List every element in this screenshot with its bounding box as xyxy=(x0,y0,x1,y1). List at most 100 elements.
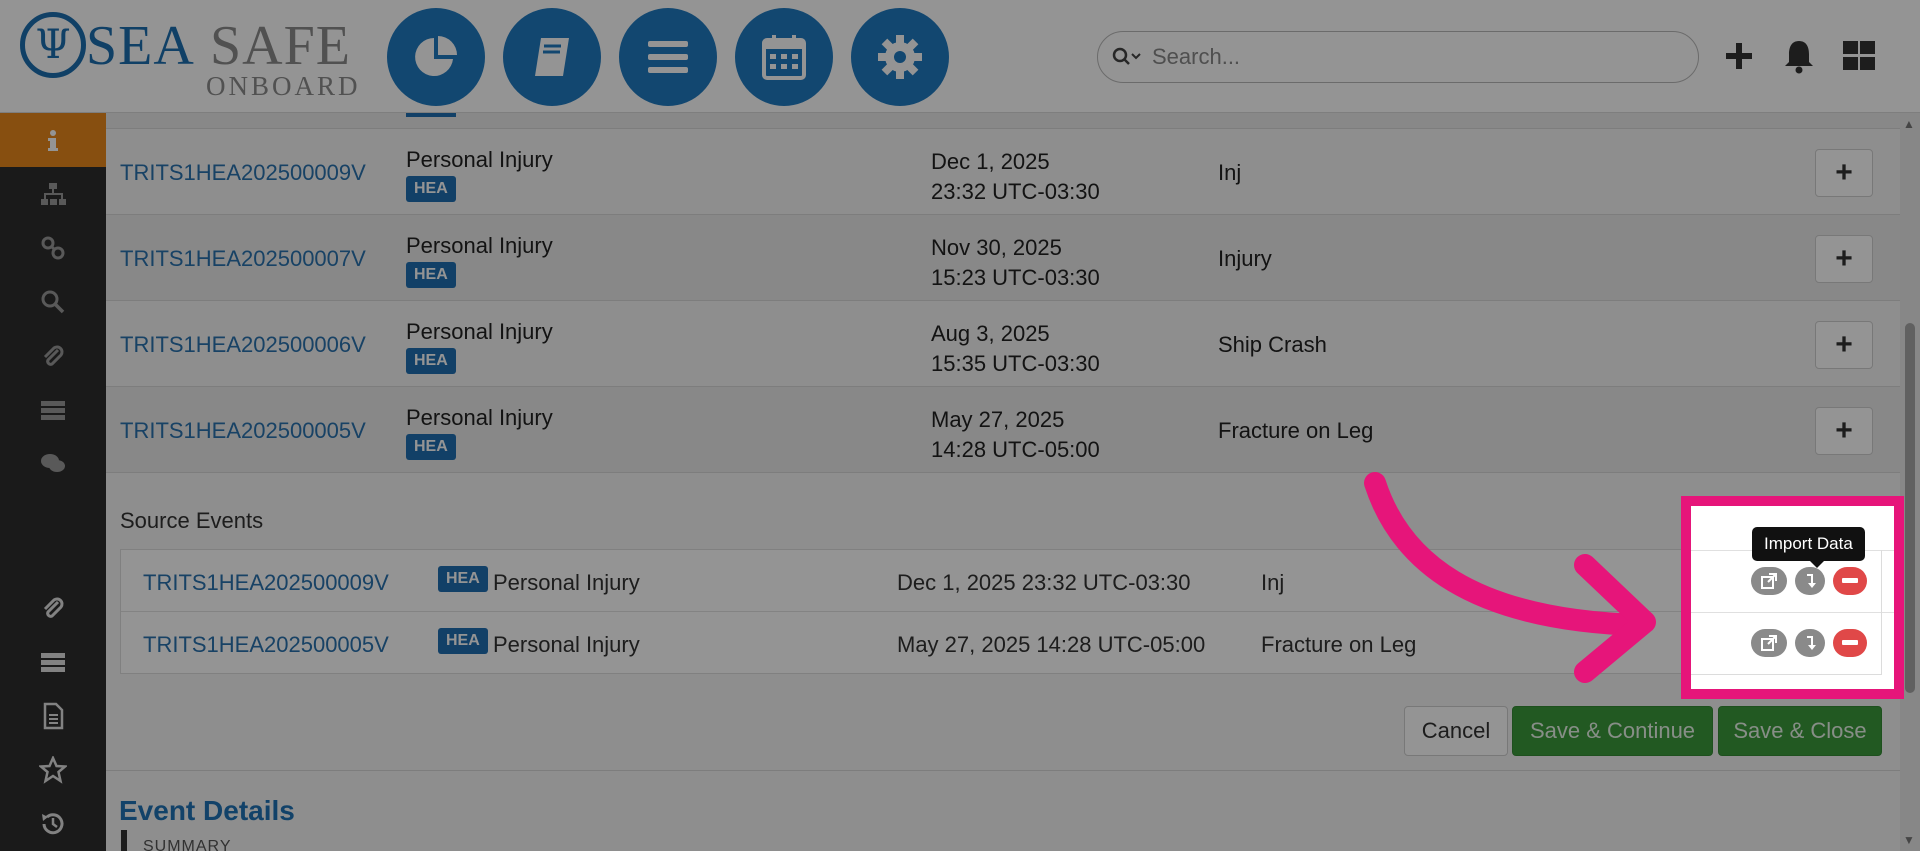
import-data-tooltip: Import Data xyxy=(1752,527,1865,568)
add-button[interactable] xyxy=(1719,36,1759,76)
category-badge: HEA xyxy=(406,262,456,288)
vertical-scrollbar[interactable]: ▲ ▼ xyxy=(1900,113,1920,851)
settings-button[interactable] xyxy=(851,8,949,106)
category-badge: HEA xyxy=(406,176,456,202)
calendar-icon xyxy=(762,35,806,80)
category-badge: HEA xyxy=(438,566,488,592)
bars-icon xyxy=(648,41,688,73)
event-id-link[interactable]: TRITS1HEA202500005V xyxy=(120,418,366,444)
plus-icon: + xyxy=(1835,242,1853,275)
sidebar-item-favorites[interactable] xyxy=(0,743,106,797)
trident-icon: Ψ xyxy=(20,12,86,78)
calendar-button[interactable] xyxy=(735,8,833,106)
sidebar-item-document[interactable] xyxy=(0,689,106,743)
event-type: Personal Injury xyxy=(406,319,553,344)
logo-text-safe: SAFE xyxy=(210,15,351,77)
add-source-button[interactable]: + xyxy=(1815,407,1873,455)
logbook-button[interactable] xyxy=(503,8,601,106)
search-input[interactable] xyxy=(1152,44,1672,70)
scroll-down-icon[interactable]: ▼ xyxy=(1903,833,1915,847)
sidebar-item-info[interactable] xyxy=(0,113,106,167)
badge-partial xyxy=(406,113,456,117)
summary-accent-bar xyxy=(121,830,127,851)
source-event-id-link[interactable]: TRITS1HEA202500009V xyxy=(143,570,389,596)
search-icon xyxy=(41,290,65,314)
plus-icon xyxy=(1726,43,1752,69)
top-header: Ψ SEA SAFE ONBOARD xyxy=(0,0,1920,113)
source-events-title: Source Events xyxy=(120,508,264,533)
row-partial xyxy=(106,113,1900,129)
event-row: TRITS1HEA202500009V Personal Injury HEA … xyxy=(106,129,1900,215)
event-row: TRITS1HEA202500006V Personal Injury HEA … xyxy=(106,301,1900,387)
source-event-row: TRITS1HEA202500009V HEA Personal Injury … xyxy=(121,550,1879,612)
dashboard-button[interactable] xyxy=(387,8,485,106)
event-id-link[interactable]: TRITS1HEA202500009V xyxy=(120,160,366,186)
category-badge: HEA xyxy=(406,434,456,460)
chart-pie-icon xyxy=(415,36,457,76)
sidebar-item-list-2[interactable] xyxy=(0,635,106,689)
event-description: Injury xyxy=(1218,246,1272,271)
sidebar xyxy=(0,113,106,851)
comments-icon xyxy=(41,454,65,472)
sidebar-item-links[interactable] xyxy=(0,221,106,275)
plus-icon: + xyxy=(1835,328,1853,361)
event-date: Dec 1, 2025 xyxy=(931,149,1050,174)
event-description: Fracture on Leg xyxy=(1218,418,1374,443)
menu-button[interactable] xyxy=(619,8,717,106)
event-date: Aug 3, 2025 xyxy=(931,321,1050,346)
event-description: Inj xyxy=(1218,160,1242,185)
logo-text-sea: SEA xyxy=(86,15,195,77)
notifications-button[interactable] xyxy=(1779,36,1819,76)
cancel-button[interactable]: Cancel xyxy=(1404,706,1508,756)
plus-icon: + xyxy=(1835,414,1853,447)
save-continue-button[interactable]: Save & Continue xyxy=(1512,706,1713,756)
category-badge: HEA xyxy=(406,348,456,374)
event-id-link[interactable]: TRITS1HEA202500006V xyxy=(120,332,366,358)
event-time: 23:32 UTC-03:30 xyxy=(931,179,1100,204)
sidebar-item-hierarchy[interactable] xyxy=(0,167,106,221)
sitemap-icon xyxy=(41,183,66,205)
sidebar-item-attachments-2[interactable] xyxy=(0,581,106,635)
category-badge: HEA xyxy=(438,628,488,654)
scrollbar-thumb[interactable] xyxy=(1905,323,1915,693)
event-datetime: Dec 1, 2025 23:32 UTC-03:30 xyxy=(931,147,1100,207)
event-datetime: Aug 3, 2025 15:35 UTC-03:30 xyxy=(931,319,1100,379)
source-event-datetime: Dec 1, 2025 23:32 UTC-03:30 xyxy=(897,570,1191,595)
add-source-button[interactable]: + xyxy=(1815,235,1873,283)
source-event-id-link[interactable]: TRITS1HEA202500005V xyxy=(143,632,389,658)
event-id-link[interactable]: TRITS1HEA202500007V xyxy=(120,246,366,272)
grid-icon xyxy=(1843,41,1875,70)
save-close-button[interactable]: Save & Close xyxy=(1718,706,1882,756)
bell-icon xyxy=(1785,41,1813,74)
plus-icon: + xyxy=(1835,156,1853,189)
sidebar-item-attachments[interactable] xyxy=(0,329,106,383)
source-events-table: TRITS1HEA202500009V HEA Personal Injury … xyxy=(120,549,1880,674)
add-source-button[interactable]: + xyxy=(1815,149,1873,197)
event-datetime: Nov 30, 2025 15:23 UTC-03:30 xyxy=(931,233,1100,293)
search-bar[interactable] xyxy=(1097,31,1699,83)
star-icon xyxy=(39,756,67,784)
scroll-up-icon[interactable]: ▲ xyxy=(1903,117,1915,131)
sidebar-item-comments[interactable] xyxy=(0,437,106,491)
sidebar-item-list[interactable] xyxy=(0,383,106,437)
gear-icon xyxy=(878,35,922,79)
list-icon xyxy=(41,653,65,672)
event-datetime: May 27, 2025 14:28 UTC-05:00 xyxy=(931,405,1100,465)
sidebar-item-search[interactable] xyxy=(0,275,106,329)
list-icon xyxy=(41,401,65,420)
event-date: May 27, 2025 xyxy=(931,407,1065,432)
event-type: Personal Injury xyxy=(406,147,553,172)
event-time: 15:35 UTC-03:30 xyxy=(931,351,1100,376)
event-time: 14:28 UTC-05:00 xyxy=(931,437,1100,462)
summary-label: SUMMARY xyxy=(143,838,232,851)
paperclip-icon xyxy=(43,597,64,618)
event-row: TRITS1HEA202500005V Personal Injury HEA … xyxy=(106,387,1900,473)
apps-button[interactable] xyxy=(1839,36,1879,76)
add-source-button[interactable]: + xyxy=(1815,321,1873,369)
sidebar-item-history[interactable] xyxy=(0,797,106,851)
source-event-datetime: May 27, 2025 14:28 UTC-05:00 xyxy=(897,632,1206,657)
event-date: Nov 30, 2025 xyxy=(931,235,1062,260)
event-time: 15:23 UTC-03:30 xyxy=(931,265,1100,290)
seasafe-logo[interactable]: Ψ SEA SAFE ONBOARD xyxy=(20,12,358,100)
search-icon[interactable] xyxy=(1112,47,1152,67)
